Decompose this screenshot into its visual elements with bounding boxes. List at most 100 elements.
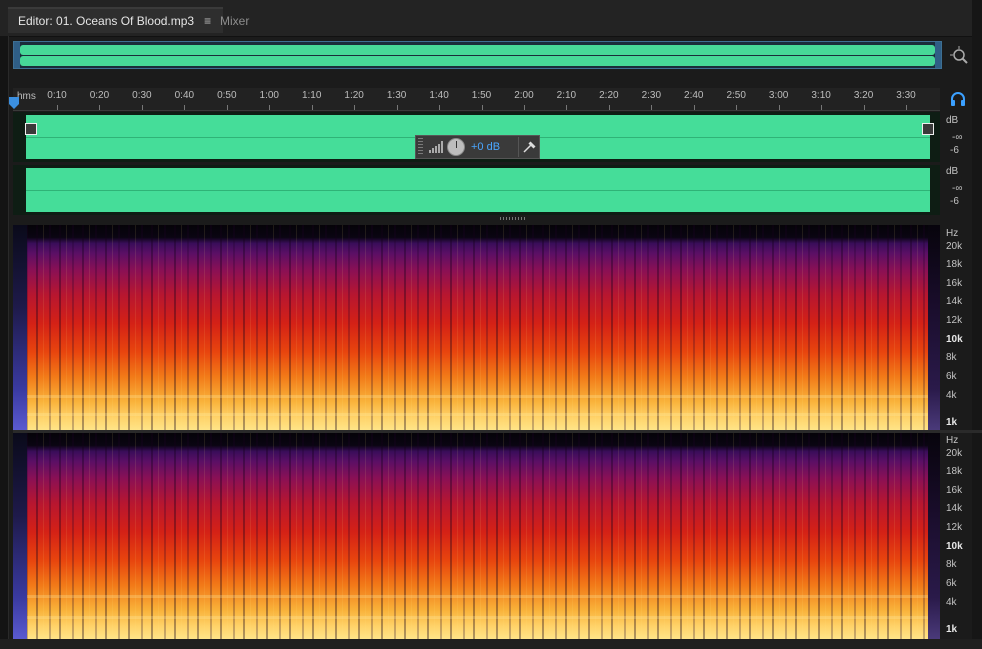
- spectral-display-channel-2[interactable]: [13, 433, 940, 639]
- ruler-tick-label: 2:20: [599, 90, 619, 101]
- hz-label: 6k: [946, 371, 957, 382]
- ruler-tick: [906, 105, 907, 110]
- spectral-tail: [928, 433, 940, 639]
- overview-wave-channel-2: [20, 56, 935, 66]
- ruler-tick-label: 1:00: [259, 90, 279, 101]
- spectral-band: [27, 616, 928, 619]
- db-scale-label: -6: [950, 145, 959, 156]
- ruler-tick-label: 0:10: [47, 90, 67, 101]
- hz-label: 10k: [946, 541, 963, 552]
- tab-editor[interactable]: Editor: 01. Oceans Of Blood.mp3 ≡: [8, 7, 224, 33]
- left-panel-edge: [0, 36, 9, 649]
- ruler-tick: [311, 105, 313, 110]
- ruler-tick: [863, 105, 865, 110]
- hz-label: 12k: [946, 315, 963, 326]
- ruler-tick-label: 2:50: [726, 90, 746, 101]
- ruler-tick-label: 3:10: [811, 90, 831, 101]
- db-scale-label: -∞: [952, 183, 963, 194]
- ruler-tick: [354, 105, 356, 110]
- volume-hud[interactable]: +0 dB: [415, 135, 540, 159]
- overview-left-handle[interactable]: [14, 42, 20, 68]
- spectral-band: [27, 395, 928, 398]
- zoom-icon[interactable]: [950, 46, 970, 66]
- ruler-tick-label: 2:10: [556, 90, 577, 101]
- hz-label: 16k: [946, 485, 963, 496]
- db-unit-label: dB: [946, 166, 959, 177]
- db-scale-label: -∞: [952, 132, 963, 143]
- ruler-tick-label: 0:30: [132, 90, 152, 101]
- ruler-tick: [439, 105, 441, 110]
- pin-icon[interactable]: [519, 140, 539, 154]
- right-panel-edge: [972, 0, 982, 649]
- fade-out-handle[interactable]: [922, 123, 934, 135]
- spectral-display-channel-1[interactable]: [13, 225, 940, 430]
- waveform-channel-2[interactable]: [13, 165, 940, 215]
- panel-menu-icon[interactable]: ≡: [204, 14, 211, 28]
- spectral-lead-in: [13, 225, 27, 430]
- fade-in-handle[interactable]: [25, 123, 37, 135]
- db-unit-label: dB: [946, 115, 959, 126]
- playhead-icon[interactable]: [9, 97, 19, 109]
- ruler-unit-label: hms: [17, 91, 36, 102]
- ruler-tick: [821, 105, 823, 110]
- hz-label: 1k: [946, 624, 958, 635]
- ruler-tick: [269, 105, 271, 110]
- hz-label: 4k: [946, 390, 957, 401]
- hz-unit-label: Hz: [946, 228, 959, 239]
- ruler-tick: [141, 105, 143, 110]
- ruler-tick-label: 3:20: [853, 90, 874, 101]
- ruler-tick-label: 1:30: [386, 90, 407, 101]
- volume-knob[interactable]: [447, 138, 465, 156]
- ruler-tick-label: 1:20: [344, 90, 364, 101]
- hz-label: 14k: [946, 296, 963, 307]
- ruler-tick: [693, 105, 695, 110]
- hz-label: 20k: [946, 448, 963, 459]
- hz-label: 14k: [946, 503, 963, 514]
- hz-label: 10k: [946, 334, 963, 345]
- db-scale-label: -6: [950, 196, 959, 207]
- ruler-tick: [566, 105, 568, 110]
- hz-label: 6k: [946, 578, 957, 589]
- spectral-tail: [928, 225, 940, 430]
- tab-mixer[interactable]: Mixer: [212, 9, 257, 33]
- spectral-band: [27, 595, 928, 598]
- ruler-tick: [226, 105, 228, 110]
- panel-splitter[interactable]: [500, 217, 526, 220]
- ruler-tick: [99, 105, 101, 110]
- ruler-tick: [481, 105, 483, 110]
- hz-label: 8k: [946, 352, 957, 363]
- overview-wave-channel-1: [20, 45, 935, 55]
- overview-navigator[interactable]: [13, 41, 942, 69]
- ruler-tick-label: 1:40: [429, 90, 449, 101]
- time-ruler[interactable]: 0:10 0:20 0:30 0:40 0:50 1:00 1:10 1:20 1:30 1:40…: [13, 88, 940, 111]
- ruler-tick: [778, 105, 780, 110]
- ruler-tick: [396, 105, 398, 110]
- headphones-icon[interactable]: [950, 92, 966, 106]
- hz-label: 4k: [946, 597, 957, 608]
- ruler-tick: [523, 105, 525, 110]
- volume-value[interactable]: +0 dB: [471, 141, 500, 153]
- ruler-tick: [184, 105, 186, 110]
- ruler-tick-label: 2:40: [684, 90, 704, 101]
- channel-2-db-scale: dB -∞ -6: [946, 166, 962, 208]
- ruler-tick-label: 0:50: [217, 90, 237, 101]
- hz-label: 12k: [946, 522, 963, 533]
- ruler-tick-label: 2:30: [641, 90, 662, 101]
- channel-1-db-scale: dB -∞ -6: [946, 115, 962, 157]
- hud-grip-handle[interactable]: [418, 138, 423, 156]
- overview-right-handle[interactable]: [935, 42, 941, 68]
- ruler-tick: [57, 105, 58, 110]
- tab-editor-label: Editor: 01. Oceans Of Blood.mp3: [18, 14, 195, 28]
- hz-label: 18k: [946, 466, 963, 477]
- hz-label: 1k: [946, 417, 958, 428]
- ruler-tick-label: 1:50: [471, 90, 492, 101]
- ruler-tick-label: 3:30: [896, 90, 916, 101]
- ruler-tick-label: 3:00: [768, 90, 789, 101]
- waveform-channel-2-signal: [26, 168, 930, 212]
- ruler-tick: [736, 105, 738, 110]
- spectral-band: [27, 413, 928, 416]
- ruler-tick-label: 0:20: [89, 90, 110, 101]
- ruler-tick-label: 2:00: [514, 90, 534, 101]
- hz-unit-label: Hz: [946, 435, 959, 446]
- meter-icon: [429, 141, 443, 153]
